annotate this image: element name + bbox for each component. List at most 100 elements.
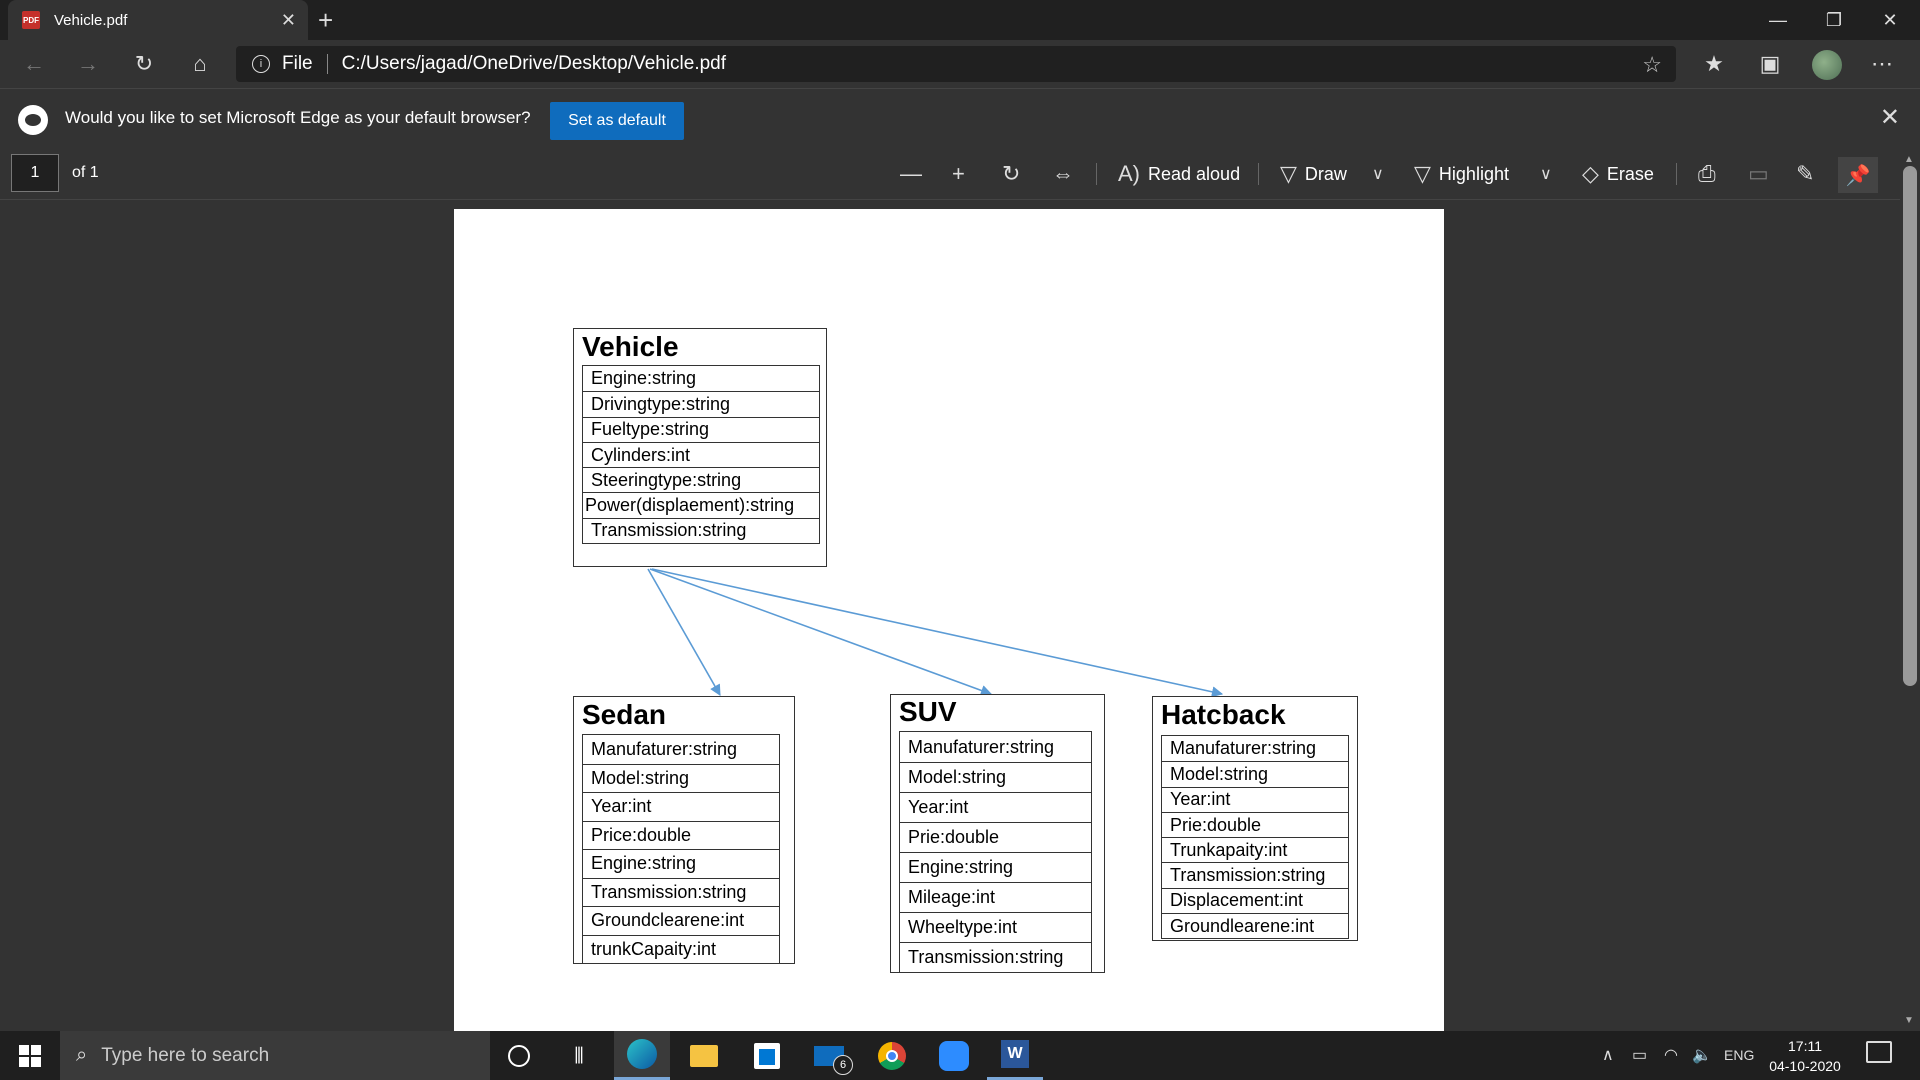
save-as-icon[interactable]: ✎ <box>1796 157 1814 191</box>
scroll-up-arrow-icon[interactable]: ▲ <box>1904 154 1914 165</box>
class-name-hatchback: Hatcback <box>1161 699 1286 730</box>
scroll-down-arrow-icon[interactable]: ▼ <box>1904 1015 1914 1026</box>
attribute-list-sedan: Manufaturer:string Model:string Year:int… <box>582 734 780 964</box>
highlight-label: Highlight <box>1438 163 1509 184</box>
edge-logo-icon <box>18 105 48 135</box>
attribute: Groundlearene:int <box>1162 913 1348 938</box>
pin-toolbar-icon[interactable]: 📌 <box>1838 157 1878 193</box>
class-name-vehicle: Vehicle <box>582 331 679 362</box>
attribute: Cylinders:int <box>583 441 819 467</box>
word-icon[interactable]: W <box>987 1031 1043 1080</box>
mail-badge: 6 <box>833 1055 853 1075</box>
arrow-vehicle-to-hatchback <box>651 568 1224 698</box>
address-bar[interactable]: i File C:/Users/jagad/OneDrive/Desktop/V… <box>236 46 1676 82</box>
start-button[interactable] <box>8 1037 52 1075</box>
close-tab-icon[interactable]: ✕ <box>281 10 296 31</box>
draw-label: Draw <box>1304 163 1347 184</box>
erase-label: Erase <box>1606 163 1654 184</box>
draw-icon: ▽ <box>1280 161 1297 186</box>
attribute-list-vehicle: Engine:string Drivingtype:string Fueltyp… <box>582 365 820 545</box>
file-explorer-icon[interactable] <box>676 1031 732 1080</box>
back-button[interactable]: ← <box>14 46 54 82</box>
attribute: Transmission:string <box>583 877 779 907</box>
notification-center-icon[interactable] <box>1866 1041 1892 1063</box>
pdf-toolbar: of 1 — + ↻ ⇔ A) Read aloud ▽ Draw ∨ ▽ Hi… <box>0 149 1920 200</box>
attribute: Displacement:int <box>1162 887 1348 913</box>
attribute: Drivingtype:string <box>583 391 819 416</box>
cortana-icon[interactable] <box>491 1031 547 1080</box>
taskbar: ⌕ Type here to search ⫴ 6 W ∧ ▭ ◠ 🔈 ENG … <box>0 1031 1920 1080</box>
url-text[interactable]: C:/Users/jagad/OneDrive/Desktop/Vehicle.… <box>342 53 726 75</box>
scrollbar-thumb[interactable] <box>1903 166 1917 686</box>
zoom-out-button[interactable]: — <box>900 157 922 191</box>
browser-tab[interactable]: PDF Vehicle.pdf ✕ <box>8 0 308 40</box>
attribute-list-hatchback: Manufaturer:string Model:string Year:int… <box>1161 735 1349 940</box>
mail-icon[interactable]: 6 <box>801 1031 857 1080</box>
edge-taskbar-icon[interactable] <box>614 1031 670 1080</box>
battery-icon[interactable]: ▭ <box>1632 1045 1647 1065</box>
eraser-icon: ◇ <box>1582 161 1599 186</box>
url-scheme: File <box>282 53 313 74</box>
close-banner-icon[interactable]: ✕ <box>1880 103 1900 132</box>
collections-icon[interactable]: ▣ <box>1750 46 1790 82</box>
more-menu-icon[interactable]: ⋯ <box>1862 46 1902 82</box>
store-icon[interactable] <box>739 1031 795 1080</box>
attribute: Prie:double <box>1162 811 1348 837</box>
restore-button[interactable]: ❐ <box>1806 0 1862 40</box>
pdf-page: Vehicle Engine:string Drivingtype:string… <box>454 209 1444 1031</box>
attribute: Year:int <box>583 792 779 821</box>
banner-message: Would you like to set Microsoft Edge as … <box>65 108 531 127</box>
class-box-vehicle: Vehicle Engine:string Drivingtype:string… <box>573 328 827 567</box>
read-aloud-label: Read aloud <box>1148 163 1241 184</box>
attribute: Mileage:int <box>900 882 1091 912</box>
highlight-button[interactable]: ▽ Highlight <box>1414 157 1509 191</box>
attribute: Fueltype:string <box>583 416 819 442</box>
chrome-icon[interactable] <box>864 1031 920 1080</box>
rotate-icon[interactable]: ↻ <box>1002 157 1020 191</box>
highlight-options-chevron-icon[interactable]: ∨ <box>1540 157 1552 191</box>
network-icon[interactable]: ◠ <box>1664 1045 1678 1065</box>
vertical-scrollbar[interactable]: ▲ ▼ <box>1900 152 1920 1028</box>
language-indicator[interactable]: ENG <box>1724 1047 1754 1063</box>
attribute: Transmission:string <box>900 942 1091 972</box>
draw-options-chevron-icon[interactable]: ∨ <box>1372 157 1384 191</box>
home-button[interactable]: ⌂ <box>180 46 220 82</box>
task-view-icon[interactable]: ⫴ <box>551 1031 607 1080</box>
close-window-button[interactable]: ✕ <box>1862 0 1918 40</box>
taskbar-search-box[interactable]: ⌕ Type here to search <box>60 1031 490 1080</box>
fit-to-page-icon[interactable]: ⇔ <box>1052 157 1074 191</box>
zoom-icon[interactable] <box>926 1031 982 1080</box>
navigation-bar: ← → ↻ ⌂ i File C:/Users/jagad/OneDrive/D… <box>0 40 1920 88</box>
pdf-file-icon: PDF <box>22 11 40 29</box>
read-aloud-button[interactable]: A) Read aloud <box>1118 157 1240 191</box>
attribute: Model:string <box>583 763 779 793</box>
clock[interactable]: 17:11 04-10-2020 <box>1760 1036 1850 1076</box>
volume-icon[interactable]: 🔈 <box>1692 1045 1712 1065</box>
new-tab-button[interactable]: + <box>318 5 333 36</box>
favorites-icon[interactable]: ★ <box>1694 46 1734 82</box>
class-name-suv: SUV <box>899 696 957 727</box>
set-as-default-button[interactable]: Set as default <box>550 102 684 140</box>
forward-button[interactable]: → <box>68 46 108 82</box>
clock-time: 17:11 <box>1788 1038 1822 1054</box>
minimize-button[interactable]: — <box>1750 0 1806 40</box>
attribute: Manufaturer:string <box>591 738 738 759</box>
save-icon[interactable]: ▭ <box>1748 157 1769 191</box>
windows-logo-icon <box>19 1045 41 1067</box>
read-aloud-icon: A) <box>1118 161 1140 186</box>
page-number-input[interactable] <box>11 154 59 192</box>
refresh-button[interactable]: ↻ <box>124 46 164 82</box>
draw-button[interactable]: ▽ Draw <box>1280 157 1347 191</box>
search-placeholder: Type here to search <box>101 1044 270 1066</box>
show-hidden-icons-chevron-icon[interactable]: ∧ <box>1602 1045 1614 1065</box>
tab-title: Vehicle.pdf <box>54 11 128 29</box>
attribute: Engine:string <box>591 368 697 389</box>
zoom-in-button[interactable]: + <box>952 157 965 191</box>
erase-button[interactable]: ◇ Erase <box>1582 157 1654 191</box>
attribute: Prie:double <box>900 822 1091 852</box>
info-icon[interactable]: i <box>252 55 270 73</box>
profile-avatar[interactable] <box>1812 50 1842 80</box>
favorite-star-icon[interactable]: ☆ <box>1642 52 1662 78</box>
print-icon[interactable]: ⎙ <box>1698 157 1716 191</box>
attribute: Groundclearene:int <box>583 906 779 935</box>
